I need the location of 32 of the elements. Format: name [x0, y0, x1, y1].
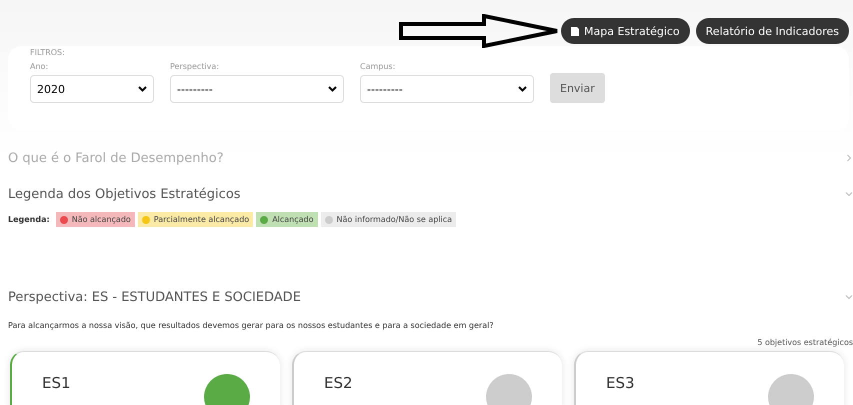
accordion-header[interactable]: Legenda dos Objetivos Estratégicos [0, 176, 853, 212]
objective-code: ES2 [324, 374, 353, 394]
objective-card[interactable]: ES3 [574, 351, 844, 405]
legend-tag: Não alcançado [56, 212, 135, 227]
chevron-down-icon[interactable] [845, 190, 853, 198]
chevron-down-icon[interactable] [845, 293, 853, 301]
select-field[interactable]: --------- [170, 75, 344, 103]
header-button[interactable]: Mapa Estratégico [561, 18, 690, 44]
submit-button[interactable]: Enviar [550, 73, 605, 103]
legend-tag: Alcançado [256, 212, 318, 227]
objective-count: 5 objetivos estratégicos [756, 337, 853, 349]
header-button[interactable]: Relatório de Indicadores [696, 18, 849, 44]
caret-icon [138, 86, 147, 92]
legend-tag: Parcialmente alcançado [138, 212, 254, 227]
objective-card[interactable]: ES2 [292, 351, 562, 405]
perspective-question: Para alcançarmos a nossa visão, que resultados devemos gerar para os nossos estudantes e para a sociedade em geral? [7, 320, 495, 330]
field-label: Campus: [360, 62, 396, 71]
field-label: Ano: [30, 62, 50, 71]
legend-label: Legenda: [8, 215, 50, 224]
filters-label: FILTROS: [30, 48, 66, 57]
field-label: Perspectiva: [170, 62, 220, 71]
caret-icon [328, 86, 337, 92]
perspective-header[interactable]: Perspectiva: ES - ESTUDANTES E SOCIEDADE [0, 279, 853, 315]
select-field[interactable]: --------- [360, 75, 534, 103]
objective-code: ES1 [42, 374, 71, 394]
legend-tag: Não informado/Não se aplica [320, 212, 456, 227]
chevron-right-icon[interactable] [845, 154, 853, 162]
caret-icon [518, 86, 527, 92]
document-icon [571, 26, 580, 36]
objective-card[interactable]: ES1 [10, 351, 280, 405]
select-field[interactable]: 2020 [30, 75, 154, 103]
objective-code: ES3 [606, 374, 635, 394]
